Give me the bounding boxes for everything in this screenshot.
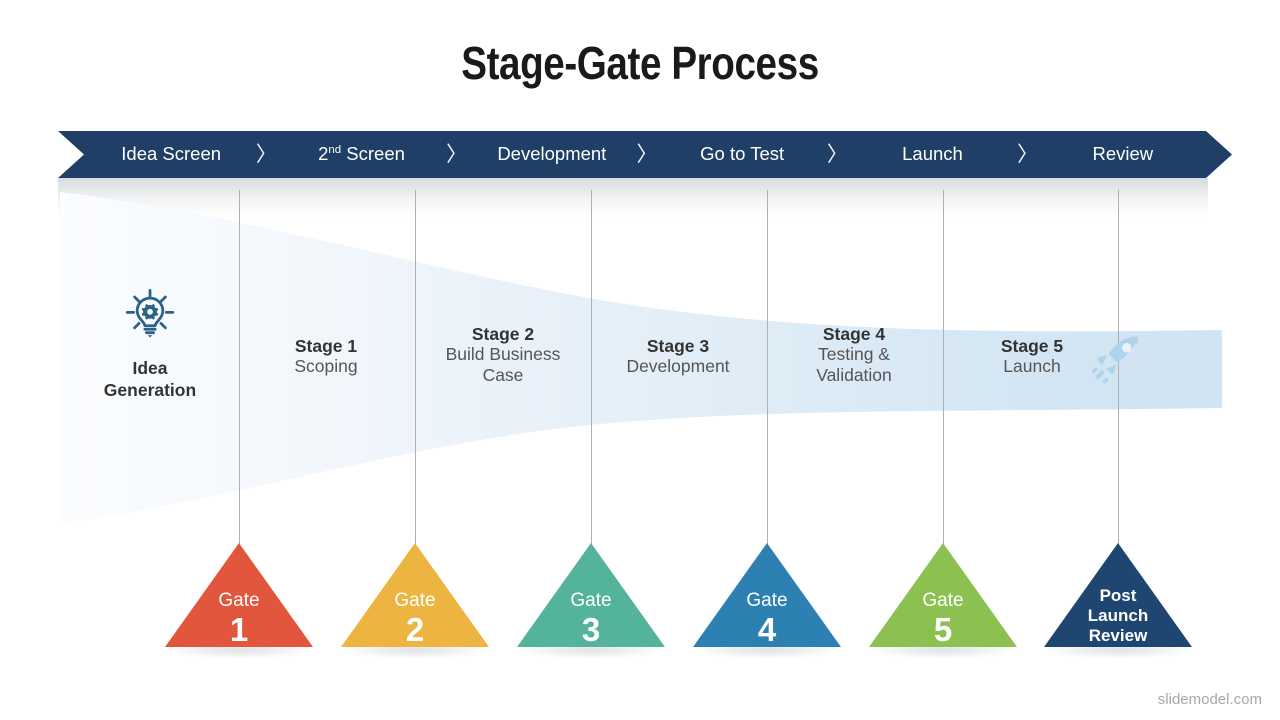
gate-2-triangle	[341, 543, 489, 647]
gate-post-launch-review-line3: Review	[1088, 626, 1148, 646]
nav-chevron-icon: 〉	[1017, 143, 1039, 166]
stage-2-subtitle-line2: Case	[482, 364, 524, 385]
nav-chevron-icon: 〉	[636, 143, 658, 166]
stage-2-subtitle-line1: Build Business	[445, 344, 561, 365]
gate-2[interactable]: Gate 2	[341, 543, 489, 647]
watermark: slidemodel.com	[1157, 691, 1262, 708]
process-nav-bar[interactable]: Idea Screen 〉 2nd Screen 〉 Development 〉…	[58, 131, 1234, 178]
stage-1-block: Stage 1 Scoping	[252, 336, 400, 377]
gate-post-launch-review-line1: Post	[1099, 586, 1137, 605]
nav-item-go-to-test[interactable]: Go to Test	[659, 145, 825, 164]
stage-2-title: Stage 2	[471, 324, 535, 344]
gate-post-launch-review-line2: Launch	[1087, 606, 1149, 626]
gate-3[interactable]: Gate 3	[517, 543, 665, 647]
nav-item-launch[interactable]: Launch	[849, 145, 1015, 164]
stage-2-block: Stage 2 Build Business Case	[425, 324, 581, 385]
gate-1[interactable]: Gate 1	[165, 543, 313, 647]
gate-shadows	[163, 641, 1194, 659]
nav-item-idea-screen[interactable]: Idea Screen	[88, 145, 254, 164]
gate-4-triangle	[693, 543, 841, 647]
stage-3-title: Stage 3	[646, 336, 710, 356]
idea-generation-line1: Idea	[132, 358, 168, 378]
stage-4-title: Stage 4	[822, 324, 886, 344]
stage-1-title: Stage 1	[294, 336, 358, 356]
nav-item-development[interactable]: Development	[469, 145, 635, 164]
stage-4-subtitle-line1: Testing &	[818, 344, 890, 365]
stage-3-subtitle: Development	[626, 356, 730, 377]
stage-4-block: Stage 4 Testing & Validation	[778, 324, 930, 385]
slide-canvas: Stage-Gate Process Idea Screen 〉 2nd Scr…	[0, 0, 1280, 720]
lightbulb-gear-icon	[125, 289, 175, 338]
gate-post-launch-review-label: Post Launch Review	[1044, 586, 1192, 646]
stage-5-title: Stage 5	[1000, 336, 1064, 356]
gate-3-triangle	[517, 543, 665, 647]
nav-item-2nd-screen-rest: Screen	[341, 143, 405, 165]
nav-chevron-icon: 〉	[255, 143, 277, 166]
gate-1-triangle	[165, 543, 313, 647]
nav-item-2nd-screen[interactable]: 2nd Screen	[278, 143, 444, 165]
idea-generation-block: Idea Generation	[72, 288, 228, 402]
gate-4[interactable]: Gate 4	[693, 543, 841, 647]
nav-bar-shadow	[58, 178, 1208, 218]
stage-5-block: Stage 5 Launch	[956, 336, 1108, 377]
idea-generation-line2: Generation	[103, 379, 197, 400]
nav-item-2nd-screen-ordinal: nd	[328, 144, 342, 157]
nav-chevron-icon: 〉	[446, 143, 468, 166]
idea-generation-label: Idea Generation	[72, 358, 228, 402]
stage-3-block: Stage 3 Development	[600, 336, 756, 377]
nav-chevron-icon: 〉	[826, 143, 848, 166]
nav-item-2nd-screen-number: 2	[318, 143, 329, 165]
stage-1-subtitle: Scoping	[294, 356, 358, 377]
nav-item-review[interactable]: Review	[1040, 145, 1206, 164]
gate-post-launch-review[interactable]: Post Launch Review	[1044, 543, 1192, 647]
gate-5[interactable]: Gate 5	[869, 543, 1017, 647]
gate-5-triangle	[869, 543, 1017, 647]
stage-4-subtitle-line2: Validation	[816, 364, 892, 385]
rocket-icon	[1092, 336, 1139, 384]
stage-5-subtitle: Launch	[1003, 356, 1061, 377]
